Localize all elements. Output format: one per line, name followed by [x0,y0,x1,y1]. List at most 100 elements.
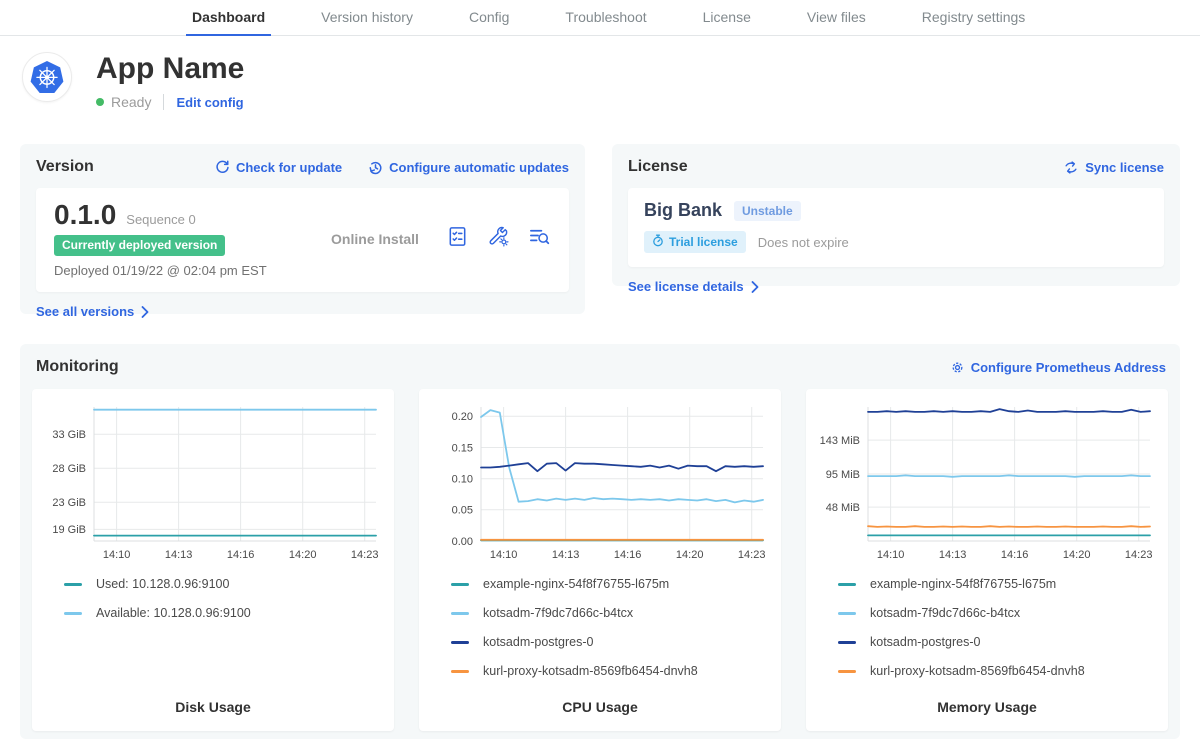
legend-item: Available: 10.128.0.96:9100 [64,606,384,620]
deployed-badge: Currently deployed version [54,235,225,256]
sync-icon [1063,160,1079,175]
tab-dashboard[interactable]: Dashboard [186,0,271,36]
nav-tabs: Dashboard Version history Config Troublesho… [186,0,1031,35]
refresh-icon [215,160,230,175]
see-license-details-link[interactable]: See license details [628,279,759,294]
tab-troubleshoot[interactable]: Troubleshoot [559,0,652,36]
tab-license[interactable]: License [697,0,757,36]
legend-item: kotsadm-postgres-0 [838,635,1158,649]
svg-text:14:20: 14:20 [676,549,704,561]
stopwatch-icon [652,234,664,250]
current-version-card: 0.1.0 Sequence 0 Currently deployed vers… [36,188,569,292]
svg-text:0.15: 0.15 [452,442,473,454]
svg-text:28 GiB: 28 GiB [52,463,86,475]
series-swatch [451,612,469,615]
svg-text:14:23: 14:23 [738,549,766,561]
version-info: 0.1.0 Sequence 0 Currently deployed vers… [54,200,304,278]
chevron-right-icon [751,281,759,293]
cpu-usage-card: 0.200.150.100.050.0014:1014:1314:1614:20… [419,389,781,731]
install-type-label: Online Install [304,231,446,247]
version-card: Version Check for update Configure autom… [20,144,585,314]
expiry-text: Does not expire [758,235,849,250]
status-row: Ready Edit config [96,94,244,110]
svg-text:14:20: 14:20 [1063,549,1091,561]
channel-badge: Unstable [734,201,801,221]
legend-item: example-nginx-54f8f76755-l675m [838,577,1158,591]
series-swatch [838,583,856,586]
config-wrench-icon[interactable] [487,225,510,253]
chart-title: CPU Usage [429,699,771,715]
version-card-header: Version Check for update Configure autom… [36,158,569,176]
legend-item: kurl-proxy-kotsadm-8569fb6454-dnvh8 [838,664,1158,678]
series-swatch [451,641,469,644]
svg-text:14:16: 14:16 [1001,549,1029,561]
version-title: Version [36,158,94,176]
svg-text:14:13: 14:13 [939,549,967,561]
series-swatch [451,670,469,673]
memory-usage-legend: example-nginx-54f8f76755-l675m kotsadm-7… [816,577,1158,678]
license-card: License Sync license Big Bank Unstable [612,144,1180,286]
see-all-versions-link[interactable]: See all versions [36,304,149,319]
legend-item: kurl-proxy-kotsadm-8569fb6454-dnvh8 [451,664,771,678]
memory-usage-plot[interactable]: 143 MiB95 MiB48 MiB14:1014:1314:1614:201… [816,399,1158,567]
version-action-icons [446,225,551,253]
configure-prometheus-link[interactable]: Configure Prometheus Address [950,360,1166,375]
svg-text:33 GiB: 33 GiB [52,429,86,441]
cpu-usage-legend: example-nginx-54f8f76755-l675m kotsadm-7… [429,577,771,678]
svg-text:48 MiB: 48 MiB [826,502,860,514]
svg-text:14:23: 14:23 [351,549,379,561]
page-title: App Name [96,52,244,86]
status-text: Ready [111,94,151,110]
disk-usage-plot[interactable]: 33 GiB28 GiB23 GiB19 GiB14:1014:1314:161… [42,399,384,567]
svg-text:14:16: 14:16 [227,549,255,561]
svg-text:14:13: 14:13 [552,549,580,561]
legend-item: kotsadm-postgres-0 [451,635,771,649]
customer-name: Big Bank [644,200,722,221]
sequence-label: Sequence 0 [126,212,195,227]
version-number: 0.1.0 [54,200,116,230]
tab-version-history[interactable]: Version history [315,0,419,36]
preflight-checks-icon[interactable] [446,225,469,253]
check-for-update-link[interactable]: Check for update [215,160,342,175]
license-type-badge: Trial license [644,231,746,253]
divider [163,94,164,110]
svg-text:19 GiB: 19 GiB [52,524,86,536]
tab-view-files[interactable]: View files [801,0,872,36]
disk-usage-legend: Used: 10.128.0.96:9100 Available: 10.128… [42,577,384,620]
svg-text:14:20: 14:20 [289,549,317,561]
configure-automatic-updates-link[interactable]: Configure automatic updates [368,160,569,175]
series-swatch [64,583,82,586]
tab-config[interactable]: Config [463,0,515,36]
edit-config-link[interactable]: Edit config [176,95,243,110]
svg-text:14:16: 14:16 [614,549,642,561]
svg-text:0.20: 0.20 [452,411,473,423]
memory-usage-card: 143 MiB95 MiB48 MiB14:1014:1314:1614:201… [806,389,1168,731]
svg-text:23 GiB: 23 GiB [52,497,86,509]
panel-row: Version Check for update Configure autom… [0,144,1200,314]
svg-text:14:10: 14:10 [877,549,905,561]
chart-title: Disk Usage [42,699,384,715]
monitoring-section: Monitoring Configure Prometheus Address … [20,344,1180,739]
svg-text:0.10: 0.10 [452,474,473,486]
legend-item: kotsadm-7f9dc7d66c-b4tcx [838,606,1158,620]
series-swatch [838,641,856,644]
status-dot [96,98,104,106]
app-meta: App Name Ready Edit config [96,52,244,110]
svg-text:14:10: 14:10 [490,549,518,561]
sync-license-link[interactable]: Sync license [1063,160,1164,175]
monitoring-title: Monitoring [36,358,119,376]
tab-registry-settings[interactable]: Registry settings [916,0,1031,36]
svg-text:14:13: 14:13 [165,549,193,561]
series-swatch [451,583,469,586]
deploy-logs-icon[interactable] [528,225,551,253]
monitoring-charts: 33 GiB 28 GiB 23 GiB 19 GiB 14:10 14:13 14:16 1… [32,389,1168,731]
series-swatch [838,612,856,615]
legend-item: Used: 10.128.0.96:9100 [64,577,384,591]
deployed-timestamp: Deployed 01/19/22 @ 02:04 pm EST [54,263,304,278]
gear-icon [950,360,965,375]
svg-text:143 MiB: 143 MiB [820,435,860,447]
svg-text:14:23: 14:23 [1125,549,1153,561]
license-card-header: License Sync license [628,158,1164,176]
cpu-usage-plot[interactable]: 0.200.150.100.050.0014:1014:1314:1614:20… [429,399,771,567]
disk-usage-card: 33 GiB28 GiB23 GiB19 GiB14:1014:1314:161… [32,389,394,731]
